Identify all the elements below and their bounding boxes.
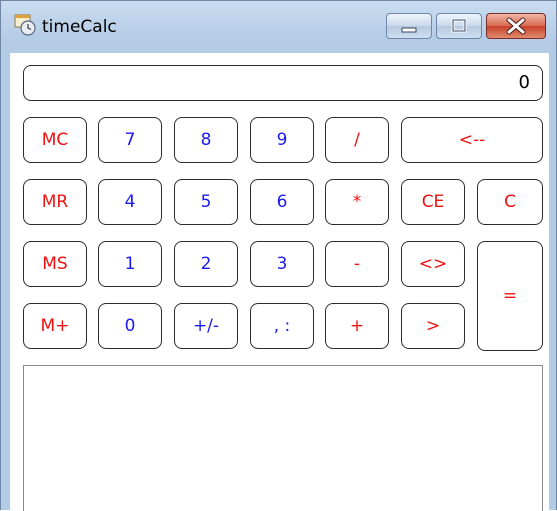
plus-minus-button[interactable]: +/- [174,303,238,349]
mr-button[interactable]: MR [23,179,87,225]
digit-4-button[interactable]: 4 [98,179,162,225]
close-icon [506,17,526,35]
clear-entry-button[interactable]: CE [401,179,465,225]
clear-button[interactable]: C [477,179,543,225]
digit-2-button[interactable]: 2 [174,241,238,287]
greater-than-button[interactable]: > [401,303,465,349]
multiply-button[interactable]: * [325,179,389,225]
minimize-button[interactable] [386,13,432,39]
digit-6-button[interactable]: 6 [250,179,314,225]
digit-9-button[interactable]: 9 [250,117,314,163]
close-button[interactable] [486,13,546,39]
calculator-body: 0 MC 7 8 9 / <-- MR 4 5 6 * CE C MS 1 2 … [10,53,549,511]
divide-button[interactable]: / [325,117,389,163]
result-display: 0 [23,65,543,101]
app-window: timeCalc 0 MC 7 8 9 / <-- MR 4 5 6 * CE … [0,0,557,511]
window-title: timeCalc [42,17,117,37]
digit-0-button[interactable]: 0 [98,303,162,349]
digit-1-button[interactable]: 1 [98,241,162,287]
swap-button[interactable]: <> [401,241,465,287]
equals-button[interactable]: = [477,241,543,351]
digit-3-button[interactable]: 3 [250,241,314,287]
ms-button[interactable]: MS [23,241,87,287]
title-bar[interactable]: timeCalc [1,1,557,49]
digit-7-button[interactable]: 7 [98,117,162,163]
subtract-button[interactable]: - [325,241,389,287]
digit-8-button[interactable]: 8 [174,117,238,163]
add-button[interactable]: + [325,303,389,349]
m-plus-button[interactable]: M+ [23,303,87,349]
maximize-button[interactable] [436,13,482,39]
app-icon [14,14,36,36]
minimize-icon [401,27,417,33]
mc-button[interactable]: MC [23,117,87,163]
maximize-icon [451,18,467,33]
history-panel[interactable] [23,365,543,511]
backspace-button[interactable]: <-- [401,117,543,163]
digit-5-button[interactable]: 5 [174,179,238,225]
separator-button[interactable]: , : [250,303,314,349]
